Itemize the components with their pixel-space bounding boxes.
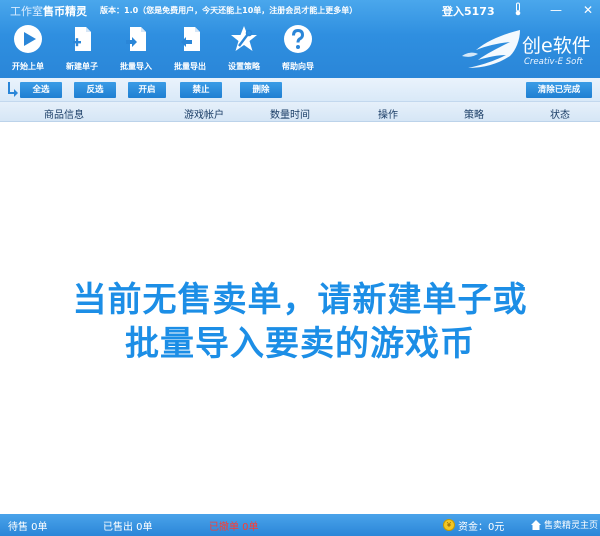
- app-title: 工作室售币精灵: [10, 3, 87, 19]
- batch-import-button[interactable]: 批量导入: [108, 22, 164, 74]
- login-5173-link[interactable]: 登入5173: [442, 3, 495, 19]
- col-game-account[interactable]: 游戏帐户: [184, 106, 224, 121]
- col-operation[interactable]: 操作: [378, 106, 398, 121]
- clear-completed-button[interactable]: 清除已完成: [526, 82, 592, 98]
- col-strategy[interactable]: 策略: [464, 106, 484, 121]
- col-product-info[interactable]: 商品信息: [44, 106, 84, 121]
- status-bar: 待售 0单 已售出 0单 已撤单 0单 ¥ 资金：0元 售卖精灵主页: [0, 514, 600, 536]
- set-strategy-label: 设置策略: [228, 62, 260, 71]
- delete-button[interactable]: 删除: [240, 82, 282, 98]
- set-strategy-button[interactable]: 设置策略: [216, 22, 272, 74]
- cancelled-count: 已撤单 0单: [209, 522, 259, 533]
- enable-button[interactable]: 开启: [128, 82, 166, 98]
- new-order-button[interactable]: 新建单子: [54, 22, 110, 74]
- help-wizard-button[interactable]: 帮助向导: [270, 22, 326, 74]
- empty-message-line1: 当前无售卖单，请新建单子或: [72, 280, 528, 320]
- settings-star-icon: [231, 26, 257, 51]
- select-all-button[interactable]: 全选: [20, 82, 62, 98]
- action-bar: 全选 反选 开启 禁止 删除 清除已完成: [0, 78, 600, 102]
- start-listing-label: 开始上单: [12, 62, 44, 71]
- help-wizard-label: 帮助向导: [282, 62, 314, 71]
- col-status[interactable]: 状态: [550, 106, 570, 121]
- funds-balance: 资金：0元: [458, 522, 505, 533]
- brand-subtitle: Creativ-E Soft: [524, 57, 583, 67]
- col-qty-time[interactable]: 数量时间: [270, 106, 310, 121]
- start-listing-button[interactable]: 开始上单: [0, 22, 56, 74]
- home-icon: [531, 520, 541, 530]
- new-order-label: 新建单子: [66, 62, 98, 71]
- minimize-button[interactable]: —: [548, 2, 564, 18]
- close-button[interactable]: ✕: [580, 2, 596, 18]
- empty-message-line2: 批量导入要卖的游戏币: [125, 324, 475, 364]
- export-icon: [181, 27, 200, 51]
- disable-button[interactable]: 禁止: [180, 82, 222, 98]
- title-bar: 工作室售币精灵 版本：1.0（您是免费用户，今天还能上10单，注册会员才能上更多…: [0, 0, 600, 20]
- thermometer-icon[interactable]: [510, 2, 526, 18]
- version-text: 版本：1.0（您是免费用户，今天还能上10单，注册会员才能上更多单）: [100, 6, 358, 15]
- new-document-icon: [73, 27, 91, 51]
- app-title-name: 售币精灵: [43, 5, 87, 18]
- batch-import-label: 批量导入: [120, 62, 152, 71]
- coin-icon: ¥: [443, 519, 455, 531]
- import-icon: [126, 27, 146, 51]
- app-header: 工作室售币精灵 版本：1.0（您是免费用户，今天还能上10单，注册会员才能上更多…: [0, 0, 600, 78]
- help-icon: [284, 25, 312, 53]
- play-icon: [14, 25, 42, 53]
- batch-export-button[interactable]: 批量导出: [162, 22, 218, 74]
- order-list-area[interactable]: 当前无售卖单，请新建单子或 批量导入要卖的游戏币: [0, 122, 600, 514]
- batch-export-label: 批量导出: [174, 62, 206, 71]
- invert-selection-button[interactable]: 反选: [74, 82, 116, 98]
- brand-name: 创e软件: [522, 35, 591, 57]
- sold-count: 已售出 0单: [103, 522, 153, 533]
- wing-logo-icon: [462, 30, 520, 68]
- order-table-header: 商品信息 游戏帐户 数量时间 操作 策略 状态: [0, 102, 600, 122]
- return-arrow-icon[interactable]: [6, 82, 18, 98]
- pending-count: 待售 0单: [8, 522, 48, 533]
- app-title-prefix: 工作室: [10, 5, 43, 18]
- brand-logo: 创e软件 Creativ-E Soft: [458, 26, 600, 72]
- homepage-link[interactable]: 售卖精灵主页: [544, 518, 598, 531]
